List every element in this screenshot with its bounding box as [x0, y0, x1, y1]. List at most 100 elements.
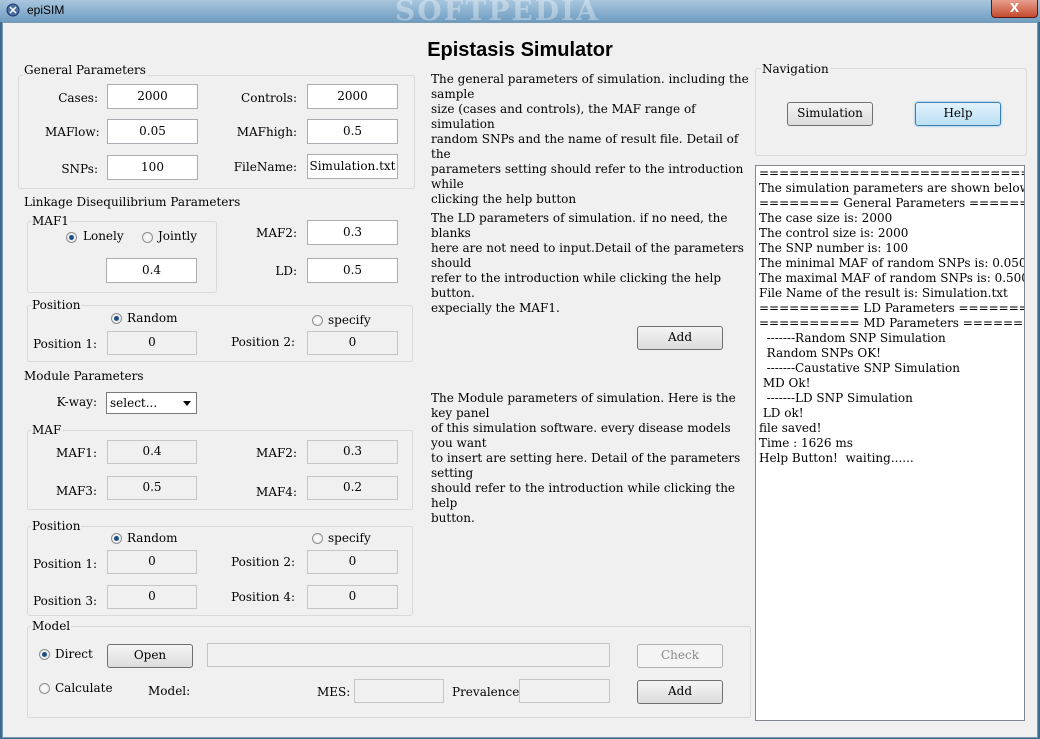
module-maf1-input[interactable]: 0.4	[107, 440, 197, 464]
mes-label: MES:	[317, 685, 351, 699]
module-random-radio[interactable]	[111, 533, 122, 544]
ld-specify-radio[interactable]	[312, 315, 323, 326]
app-title: Epistasis Simulator	[427, 39, 613, 61]
module-maf3-input[interactable]: 0.5	[107, 476, 197, 500]
log-line: The maximal MAF of random SNPs is: 0.500…	[759, 271, 1025, 285]
filename-label: FileName:	[233, 160, 297, 174]
model-field-label: Model:	[148, 684, 191, 698]
calculate-radio[interactable]	[39, 683, 50, 694]
window-title: epiSIM	[27, 3, 65, 17]
ld-position1-label: Position 1:	[33, 337, 97, 351]
log-line: The control size is: 2000	[759, 226, 909, 240]
module-random-label[interactable]: Random	[127, 531, 177, 545]
help-button[interactable]: Help	[915, 102, 1001, 126]
ld-position1-input[interactable]: 0	[107, 331, 197, 355]
ld-random-label[interactable]: Random	[127, 311, 177, 325]
window-client: Epistasis Simulator General Parameters C…	[2, 22, 1038, 738]
navigation-label: Navigation	[761, 62, 830, 76]
module-position2-label: Position 2:	[231, 555, 295, 569]
log-line: The SNP number is: 100	[759, 241, 909, 255]
log-line: -------Caustative SNP Simulation	[759, 361, 960, 375]
module-position1-label: Position 1:	[33, 557, 97, 571]
cases-label: Cases:	[58, 91, 98, 105]
ld-maf1-input[interactable]: 0.4	[106, 258, 197, 283]
ld-input[interactable]: 0.5	[307, 258, 398, 283]
module-maf-label: MAF	[31, 423, 63, 437]
module-position4-label: Position 4:	[231, 590, 295, 604]
ld-maf1-label: MAF1	[31, 214, 70, 228]
controls-label: Controls:	[241, 91, 297, 105]
module-position4-input[interactable]: 0	[307, 585, 398, 609]
ld-maf2-input[interactable]: 0.3	[307, 220, 398, 245]
ld-position2-input[interactable]: 0	[307, 331, 398, 355]
prevalence-label: Prevalence:	[452, 685, 524, 699]
log-line: ========== MD Parameters =========	[759, 316, 1025, 330]
log-line: Time : 1626 ms	[759, 436, 853, 450]
ld-add-button[interactable]: Add	[637, 326, 723, 350]
module-maf2-input[interactable]: 0.3	[307, 440, 398, 464]
snps-input[interactable]: 100	[107, 155, 198, 180]
ld-specify-label[interactable]: specify	[328, 313, 371, 327]
chevron-down-icon	[183, 401, 191, 406]
kway-label: K-way:	[56, 395, 97, 409]
jointly-radio[interactable]	[142, 232, 153, 243]
log-line: ========== LD Parameters ==========	[759, 301, 1024, 315]
ld-position2-label: Position 2:	[231, 335, 295, 349]
prevalence-input[interactable]	[519, 679, 610, 703]
model-group	[27, 626, 751, 718]
general-parameters-label: General Parameters	[23, 63, 147, 77]
lonely-label[interactable]: Lonely	[83, 229, 124, 243]
close-button[interactable]: X	[991, 0, 1038, 18]
check-button[interactable]: Check	[637, 644, 723, 668]
log-line: file saved!	[759, 421, 822, 435]
module-parameters-label: Module Parameters	[23, 369, 145, 383]
model-add-button[interactable]: Add	[637, 680, 723, 704]
mafhigh-label: MAFhigh:	[236, 125, 297, 139]
output-log[interactable]: ================================ The sim…	[755, 165, 1025, 721]
module-position-label: Position	[31, 519, 82, 533]
kway-selected-value: select...	[110, 396, 158, 410]
maflow-input[interactable]: 0.05	[107, 119, 198, 144]
mafhigh-input[interactable]: 0.5	[307, 119, 398, 144]
module-position3-input[interactable]: 0	[107, 585, 197, 609]
jointly-label[interactable]: Jointly	[158, 229, 197, 243]
module-maf1-label: MAF1:	[56, 446, 97, 460]
model-path-input[interactable]	[207, 643, 610, 667]
direct-radio[interactable]	[39, 649, 50, 660]
lonely-radio[interactable]	[66, 232, 77, 243]
module-specify-radio[interactable]	[312, 533, 323, 544]
app-icon	[6, 3, 20, 17]
direct-label[interactable]: Direct	[55, 647, 93, 661]
module-description: The Module parameters of simulation. Her…	[431, 391, 741, 525]
cases-input[interactable]: 2000	[107, 84, 198, 109]
module-position1-input[interactable]: 0	[107, 550, 197, 574]
log-line: -------LD SNP Simulation	[759, 391, 913, 405]
model-label: Model	[31, 619, 72, 633]
module-maf2-label: MAF2:	[256, 446, 297, 460]
ld-maf2-label: MAF2:	[256, 226, 297, 240]
controls-input[interactable]: 2000	[307, 84, 398, 109]
snps-label: SNPs:	[61, 162, 98, 176]
mes-input[interactable]	[354, 679, 444, 703]
module-maf4-input[interactable]: 0.2	[307, 476, 398, 500]
log-line: ================================	[759, 166, 1024, 180]
kway-select[interactable]: select...	[106, 392, 197, 414]
log-line: Help Button! waiting......	[759, 451, 914, 465]
general-description: The general parameters of simulation. in…	[431, 72, 749, 206]
module-position3-label: Position 3:	[33, 594, 97, 608]
log-line: MD Ok!	[759, 376, 811, 390]
simulation-button[interactable]: Simulation	[787, 102, 873, 126]
open-button[interactable]: Open	[107, 644, 193, 668]
module-maf4-label: MAF4:	[256, 485, 297, 499]
module-position2-input[interactable]: 0	[307, 550, 398, 574]
log-line: The simulation parameters are shown belo…	[759, 181, 1025, 195]
filename-input[interactable]: Simulation.txt	[307, 154, 398, 179]
module-specify-label[interactable]: specify	[328, 531, 371, 545]
log-line: ======== General Parameters ========	[759, 196, 1025, 210]
calculate-label[interactable]: Calculate	[55, 681, 113, 695]
ld-position-label: Position	[31, 298, 82, 312]
log-line: The minimal MAF of random SNPs is: 0.050…	[759, 256, 1025, 270]
log-line: -------Random SNP Simulation	[759, 331, 946, 345]
ld-random-radio[interactable]	[111, 313, 122, 324]
ld-label: LD:	[275, 264, 297, 278]
